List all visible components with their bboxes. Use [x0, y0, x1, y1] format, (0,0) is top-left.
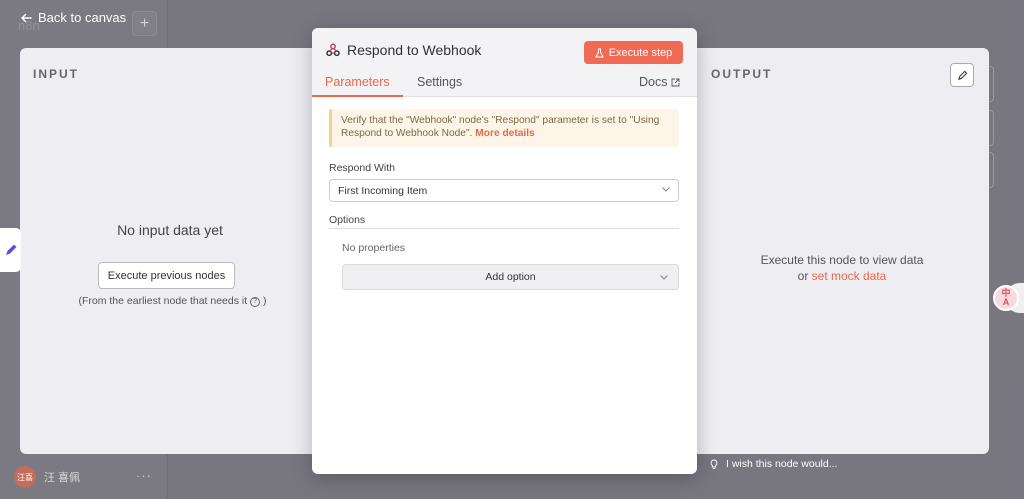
pen-icon: [5, 244, 16, 255]
docs-link[interactable]: Docs: [639, 75, 680, 89]
back-to-canvas-link[interactable]: Back to canvas: [20, 10, 126, 25]
arrow-left-icon: [21, 13, 32, 22]
webhook-notice: Verify that the "Webhook" node's "Respon…: [329, 109, 679, 147]
flask-icon: [594, 48, 604, 57]
chevron-down-icon: [662, 187, 670, 192]
lightbulb-icon: [710, 459, 718, 469]
edit-output-button[interactable]: [950, 63, 974, 87]
execute-previous-nodes-button[interactable]: Execute previous nodes: [98, 262, 235, 289]
respond-with-label: Respond With: [329, 162, 395, 174]
translate-text: 中A: [1001, 289, 1010, 307]
user-name: 汪 喜佩: [44, 472, 81, 484]
input-heading: INPUT: [33, 67, 79, 81]
execute-to-view-message: Execute this node to view data or set mo…: [695, 252, 989, 284]
translate-icon[interactable]: 中A: [993, 285, 1019, 311]
add-node-button[interactable]: +: [132, 11, 157, 36]
respond-with-select[interactable]: First Incoming Item: [329, 179, 679, 202]
tab-parameters[interactable]: Parameters: [325, 75, 390, 89]
docs-label: Docs: [639, 75, 668, 89]
add-option-dropdown[interactable]: Add option: [342, 264, 679, 290]
side-tool-widget[interactable]: [0, 228, 21, 272]
user-menu-dots[interactable]: ···: [136, 468, 152, 483]
add-option-label: Add option: [485, 271, 536, 283]
output-heading: OUTPUT: [711, 67, 773, 81]
no-properties-text: No properties: [342, 242, 406, 254]
back-to-canvas-label: Back to canvas: [38, 10, 127, 25]
node-details-modal: Respond to Webhook Execute step Paramete…: [312, 28, 697, 474]
active-tab-indicator: [312, 95, 403, 97]
options-label: Options: [329, 214, 366, 226]
tab-settings[interactable]: Settings: [417, 75, 462, 89]
execute-to-view-text: Execute this node to view data: [760, 253, 924, 267]
node-title-text: Respond to Webhook: [347, 42, 482, 58]
options-divider: [329, 228, 679, 229]
earliest-node-note: (From the earliest node that needs it ? …: [20, 295, 325, 307]
help-icon[interactable]: ?: [250, 297, 261, 307]
feedback-text: I wish this node would...: [726, 458, 838, 470]
translate-line2: A: [1002, 297, 1010, 307]
external-link-icon: [672, 78, 680, 86]
execute-step-button[interactable]: Execute step: [584, 41, 683, 64]
output-panel: OUTPUT Execute this node to view data or…: [695, 48, 989, 454]
chevron-down-icon: [660, 275, 668, 280]
earliest-node-note-text: (From the earliest node that needs it: [78, 295, 248, 307]
execute-step-label: Execute step: [608, 46, 673, 59]
or-text: or: [797, 269, 809, 283]
webhook-icon: [326, 43, 340, 57]
earliest-node-note-close: ): [263, 295, 267, 307]
user-menu[interactable]: 汪喜 汪 喜佩: [14, 466, 80, 488]
node-title: Respond to Webhook: [326, 42, 481, 58]
set-mock-data-link[interactable]: set mock data: [812, 269, 887, 283]
avatar: 汪喜: [14, 466, 36, 488]
pencil-icon: [957, 70, 967, 80]
mock-data-line: or set mock data: [695, 268, 989, 284]
feedback-link[interactable]: I wish this node would...: [710, 458, 837, 470]
modal-header: Respond to Webhook Execute step Paramete…: [312, 28, 697, 97]
more-details-link[interactable]: More details: [475, 128, 534, 139]
no-input-message: No input data yet: [117, 222, 223, 238]
input-panel: INPUT No input data yet Execute previous…: [20, 48, 320, 454]
respond-with-value: First Incoming Item: [338, 185, 428, 197]
